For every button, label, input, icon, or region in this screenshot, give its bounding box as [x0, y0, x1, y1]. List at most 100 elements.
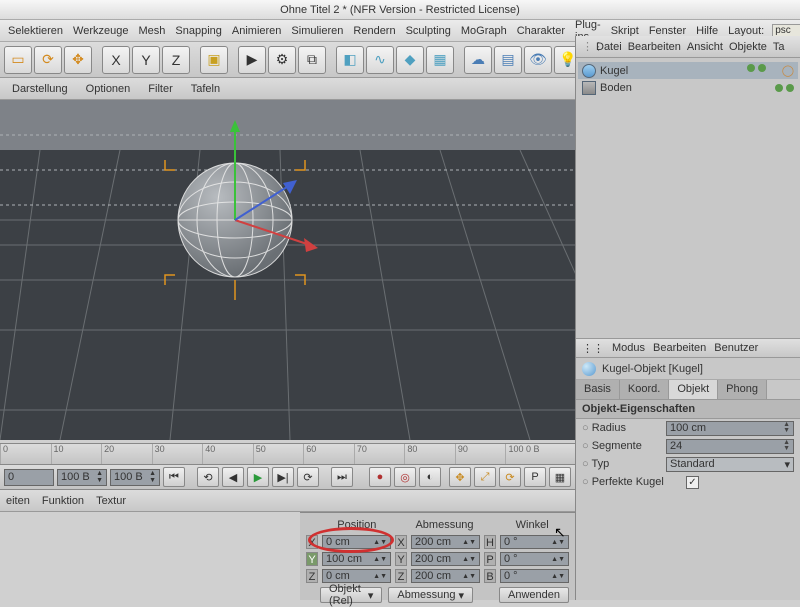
apply-button[interactable]: Anwenden [499, 587, 569, 603]
tool-icon[interactable]: ▭ [4, 46, 32, 74]
render-view-icon[interactable]: ▶ [238, 46, 266, 74]
mat-tab-textur[interactable]: Textur [96, 495, 126, 507]
visibility-render-dot[interactable] [786, 84, 794, 92]
step-back-icon[interactable]: ◀ [222, 467, 244, 487]
ang-h-input[interactable]: 0 °▲▼ [500, 535, 569, 549]
axis-y-icon[interactable]: Y [132, 46, 160, 74]
key-param-icon[interactable]: P [524, 467, 546, 487]
mat-tab-funktion[interactable]: Funktion [42, 495, 84, 507]
dim-z-input[interactable]: 200 cm▲▼ [411, 569, 480, 583]
segments-input[interactable]: 24▲▼ [666, 439, 794, 454]
next-key-icon[interactable]: ⟳ [297, 467, 319, 487]
axis-x-icon[interactable]: X [102, 46, 130, 74]
attribute-title: Kugel-Objekt [Kugel] [602, 363, 703, 375]
menu-werkzeuge[interactable]: Werkzeuge [69, 23, 132, 39]
radius-input[interactable]: 100 cm▲▼ [666, 421, 794, 436]
mat-tab-eiten[interactable]: eiten [6, 495, 30, 507]
perfect-sphere-checkbox[interactable]: ✓ [686, 476, 699, 489]
ang-p-input[interactable]: 0 °▲▼ [500, 552, 569, 566]
om-tab-datei[interactable]: Datei [596, 41, 622, 53]
spline-icon[interactable]: ∿ [366, 46, 394, 74]
attr-tab-basis[interactable]: Basis [576, 380, 620, 399]
camera-icon[interactable]: 👁 [524, 46, 552, 74]
step-forward-icon[interactable]: ▶| [272, 467, 294, 487]
object-row-kugel[interactable]: Kugel ◯ [578, 62, 798, 79]
axis-z-icon[interactable]: Z [162, 46, 190, 74]
attr-tab-objekt[interactable]: Objekt [669, 380, 718, 399]
om-tab-tags[interactable]: Ta [773, 41, 785, 53]
ang-b-input[interactable]: 0 °▲▼ [500, 569, 569, 583]
rotate-tool-icon[interactable]: ⟳ [34, 46, 62, 74]
menu-simulieren[interactable]: Simulieren [287, 23, 347, 39]
record-key-icon[interactable]: ● [369, 467, 391, 487]
panel-grip-icon[interactable]: ⋮⋮ [582, 342, 604, 355]
menu-mograph[interactable]: MoGraph [457, 23, 511, 39]
start-frame-input[interactable]: 0 [4, 469, 54, 486]
tick: 90 [455, 444, 506, 464]
timeline-ruler[interactable]: 0 10 20 30 40 50 60 70 80 90 100 0 B [0, 443, 575, 465]
pos-y-input[interactable]: 100 cm▲▼ [322, 552, 391, 566]
tick: 10 [51, 444, 102, 464]
floor-icon[interactable]: ▤ [494, 46, 522, 74]
type-dropdown[interactable]: Standard▾ [666, 457, 794, 472]
sphere-object-icon [582, 64, 596, 78]
view-darstellung[interactable]: Darstellung [6, 81, 74, 97]
object-name[interactable]: Boden [600, 82, 632, 94]
goto-start-icon[interactable]: ⏮ [163, 467, 185, 487]
environment-icon[interactable]: ☁ [464, 46, 492, 74]
menu-sculpting[interactable]: Sculpting [402, 23, 455, 39]
visibility-editor-dot[interactable] [747, 64, 755, 72]
menu-charakter[interactable]: Charakter [513, 23, 569, 39]
attr-tab-bearbeiten[interactable]: Bearbeiten [653, 342, 706, 354]
menu-rendern[interactable]: Rendern [349, 23, 399, 39]
coordinates-manager: Position Abmessung Winkel X 0 cm▲▼ X 200… [300, 512, 575, 600]
position-mode-button[interactable]: Objekt (Rel)▾ [320, 587, 382, 603]
menu-snapping[interactable]: Snapping [171, 23, 226, 39]
object-manager-list[interactable]: Kugel ◯ Boden [576, 58, 800, 338]
pos-z-input[interactable]: 0 cm▲▼ [322, 569, 391, 583]
goto-end-icon[interactable]: ⏭ [331, 467, 353, 487]
play-icon[interactable]: ▶ [247, 467, 269, 487]
view-tafeln[interactable]: Tafeln [185, 81, 226, 97]
dim-x-input[interactable]: 200 cm▲▼ [411, 535, 480, 549]
key-rot-icon[interactable]: ⟳ [499, 467, 521, 487]
render-settings-icon[interactable]: ⚙ [268, 46, 296, 74]
view-filter[interactable]: Filter [142, 81, 178, 97]
object-row-boden[interactable]: Boden [578, 79, 798, 96]
dim-label-z: Z [395, 569, 407, 583]
move-tool-icon[interactable]: ✥ [64, 46, 92, 74]
key-pos-icon[interactable]: ✥ [449, 467, 471, 487]
pos-x-input[interactable]: 0 cm▲▼ [322, 535, 391, 549]
dim-y-input[interactable]: 200 cm▲▼ [411, 552, 480, 566]
keyframe-selection-icon[interactable]: ◐ [419, 467, 441, 487]
visibility-render-dot[interactable] [758, 64, 766, 72]
primitive-cube-icon[interactable]: ◧ [336, 46, 364, 74]
visibility-editor-dot[interactable] [775, 84, 783, 92]
om-tab-objekte[interactable]: Objekte [729, 41, 767, 53]
attr-tab-benutzer[interactable]: Benutzer [714, 342, 758, 354]
key-scale-icon[interactable]: ⤢ [474, 467, 496, 487]
object-name[interactable]: Kugel [600, 65, 628, 77]
cube-primitive-icon[interactable]: ▣ [200, 46, 228, 74]
menu-selektieren[interactable]: Selektieren [4, 23, 67, 39]
phong-tag-icon[interactable]: ◯ [782, 64, 794, 77]
deformer-icon[interactable]: ▦ [426, 46, 454, 74]
prev-key-icon[interactable]: ⟲ [197, 467, 219, 487]
dimension-mode-button[interactable]: Abmessung▾ [388, 587, 473, 603]
picture-viewer-icon[interactable]: ⧉ [298, 46, 326, 74]
attr-tab-koord[interactable]: Koord. [620, 380, 669, 399]
key-pla-icon[interactable]: ▦ [549, 467, 571, 487]
menu-mesh[interactable]: Mesh [134, 23, 169, 39]
menu-animieren[interactable]: Animieren [228, 23, 286, 39]
attr-tab-modus[interactable]: Modus [612, 342, 645, 354]
panel-grip-icon[interactable]: ⋮⋮ [582, 40, 590, 53]
viewport[interactable] [0, 100, 575, 440]
om-tab-bearbeiten[interactable]: Bearbeiten [628, 41, 681, 53]
generator-icon[interactable]: ◆ [396, 46, 424, 74]
om-tab-ansicht[interactable]: Ansicht [687, 41, 723, 53]
view-optionen[interactable]: Optionen [80, 81, 137, 97]
end-frame-input[interactable]: 100 B▲▼ [110, 469, 160, 486]
current-frame-input[interactable]: 100 B▲▼ [57, 469, 107, 486]
attr-tab-phong[interactable]: Phong [718, 380, 767, 399]
autokey-icon[interactable]: ◎ [394, 467, 416, 487]
